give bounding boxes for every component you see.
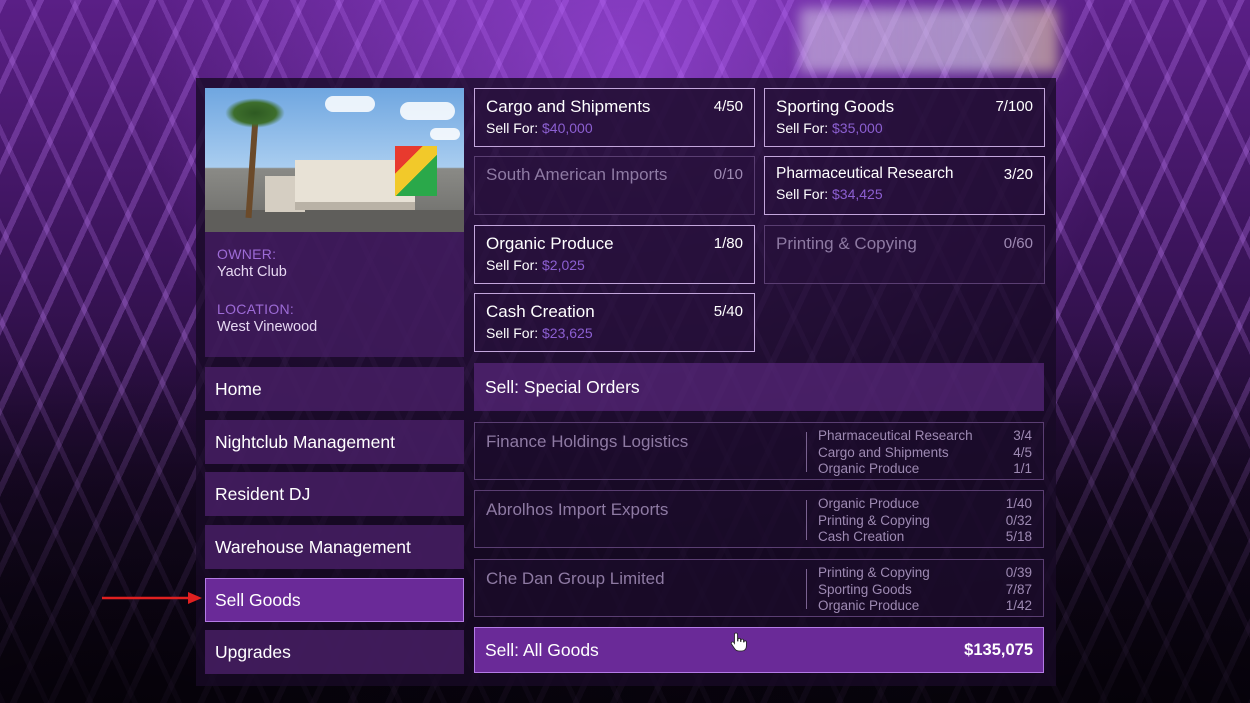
order-qty: 7/87 [1005, 581, 1032, 597]
hand-cursor-icon [730, 632, 747, 652]
goods-count: 4/50 [713, 98, 743, 115]
order-good: Printing & Copying [818, 565, 930, 580]
goods-count: 7/100 [995, 98, 1033, 115]
sell-price: $23,625 [542, 325, 593, 341]
sell-for-label: Sell For: [486, 325, 539, 341]
location-label: LOCATION: [217, 301, 295, 317]
menu-item-resident-dj[interactable]: Resident DJ [205, 472, 464, 516]
menu-item-home[interactable]: Home [205, 367, 464, 411]
red-arrow-icon [102, 592, 202, 604]
sell-for-label: Sell For: [486, 120, 539, 136]
goods-tile-cargo-and-shipments[interactable]: Cargo and Shipments 4/50 Sell For: $40,0… [474, 88, 755, 147]
goods-tile-organic-produce[interactable]: Organic Produce 1/80 Sell For: $2,025 [474, 225, 755, 284]
goods-count: 5/40 [713, 303, 743, 320]
order-good: Organic Produce [818, 461, 920, 477]
sell-price: $2,025 [542, 257, 585, 273]
sell-for-label: Sell For: [486, 257, 539, 273]
order-divider [806, 569, 807, 609]
sell-price: $35,000 [832, 120, 883, 136]
special-orders-header: Sell: Special Orders [474, 363, 1044, 411]
order-name: Abrolhos Import Exports [486, 500, 669, 519]
special-order-che-dan-group-limited[interactable]: Che Dan Group Limited Printing & Copying… [474, 559, 1044, 617]
order-good: Cash Creation [818, 529, 905, 545]
menu-item-warehouse-management[interactable]: Warehouse Management [205, 525, 464, 569]
order-divider [806, 500, 807, 540]
order-qty: 1/1 [1013, 461, 1032, 477]
goods-count: 0/60 [1003, 235, 1033, 252]
location-value: West Vinewood [217, 319, 318, 335]
goods-name: Cargo and Shipments [486, 97, 651, 116]
goods-name: South American Imports [486, 165, 668, 184]
menu-item-sell-goods[interactable]: Sell Goods [205, 578, 464, 622]
property-thumbnail [205, 88, 464, 232]
order-good: Organic Produce [818, 598, 920, 614]
order-divider [806, 432, 807, 472]
order-name: Che Dan Group Limited [486, 569, 665, 588]
order-qty: 1/42 [1005, 598, 1032, 614]
menu-item-upgrades[interactable]: Upgrades [205, 630, 464, 674]
special-order-finance-holdings-logistics[interactable]: Finance Holdings Logistics Pharmaceutica… [474, 422, 1044, 480]
sell-all-label: Sell: All Goods [485, 640, 599, 660]
order-good: Cargo and Shipments [818, 444, 949, 460]
blurred-overlay [800, 8, 1058, 72]
owner-value: Yacht Club [217, 264, 287, 280]
order-qty: 4/5 [1013, 444, 1032, 460]
order-requirements: Printing & Copying 0/39 Sporting Goods 7/8… [818, 565, 1032, 615]
sell-for-label: Sell For: [776, 120, 829, 136]
order-good: Sporting Goods [818, 581, 912, 597]
order-good: Organic Produce [818, 496, 920, 511]
owner-label: OWNER: [217, 246, 277, 262]
order-qty: 1/40 [1005, 496, 1032, 511]
goods-tile-sporting-goods[interactable]: Sporting Goods 7/100 Sell For: $35,000 [764, 88, 1045, 147]
goods-tile-pharmaceutical-research[interactable]: Pharmaceutical Research 3/20 Sell For: $… [764, 156, 1045, 215]
sell-for-label: Sell For: [776, 186, 829, 202]
order-good: Printing & Copying [818, 512, 930, 528]
goods-name: Pharmaceutical Research [776, 165, 954, 182]
menu-item-nightclub-management[interactable]: Nightclub Management [205, 420, 464, 464]
goods-count: 1/80 [713, 235, 743, 252]
goods-tile-printing-and-copying: Printing & Copying 0/60 [764, 225, 1045, 284]
order-qty: 0/32 [1005, 512, 1032, 528]
goods-count: 0/10 [713, 166, 743, 183]
order-qty: 5/18 [1005, 529, 1032, 545]
sell-price: $40,000 [542, 120, 593, 136]
special-order-abrolhos-import-exports[interactable]: Abrolhos Import Exports Organic Produce 1… [474, 490, 1044, 548]
property-info: OWNER: Yacht Club LOCATION: West Vinewoo… [205, 232, 464, 357]
goods-name: Cash Creation [486, 302, 595, 321]
sell-price: $34,425 [832, 186, 883, 202]
goods-name: Printing & Copying [776, 234, 917, 253]
goods-tile-cash-creation[interactable]: Cash Creation 5/40 Sell For: $23,625 [474, 293, 755, 352]
order-qty: 3/4 [1013, 428, 1032, 443]
sell-all-goods-button[interactable]: Sell: All Goods $135,075 [474, 627, 1044, 673]
order-requirements: Organic Produce 1/40 Printing & Copying 0/… [818, 496, 1032, 546]
order-requirements: Pharmaceutical Research 3/4 Cargo and Shi… [818, 428, 1032, 478]
goods-name: Sporting Goods [776, 97, 895, 116]
order-name: Finance Holdings Logistics [486, 432, 689, 451]
order-qty: 0/39 [1005, 565, 1032, 580]
sell-all-total: $135,075 [964, 641, 1033, 659]
goods-tile-south-american-imports: South American Imports 0/10 [474, 156, 755, 215]
goods-count: 3/20 [1003, 166, 1033, 183]
goods-name: Organic Produce [486, 234, 614, 253]
order-good: Pharmaceutical Research [818, 428, 973, 443]
